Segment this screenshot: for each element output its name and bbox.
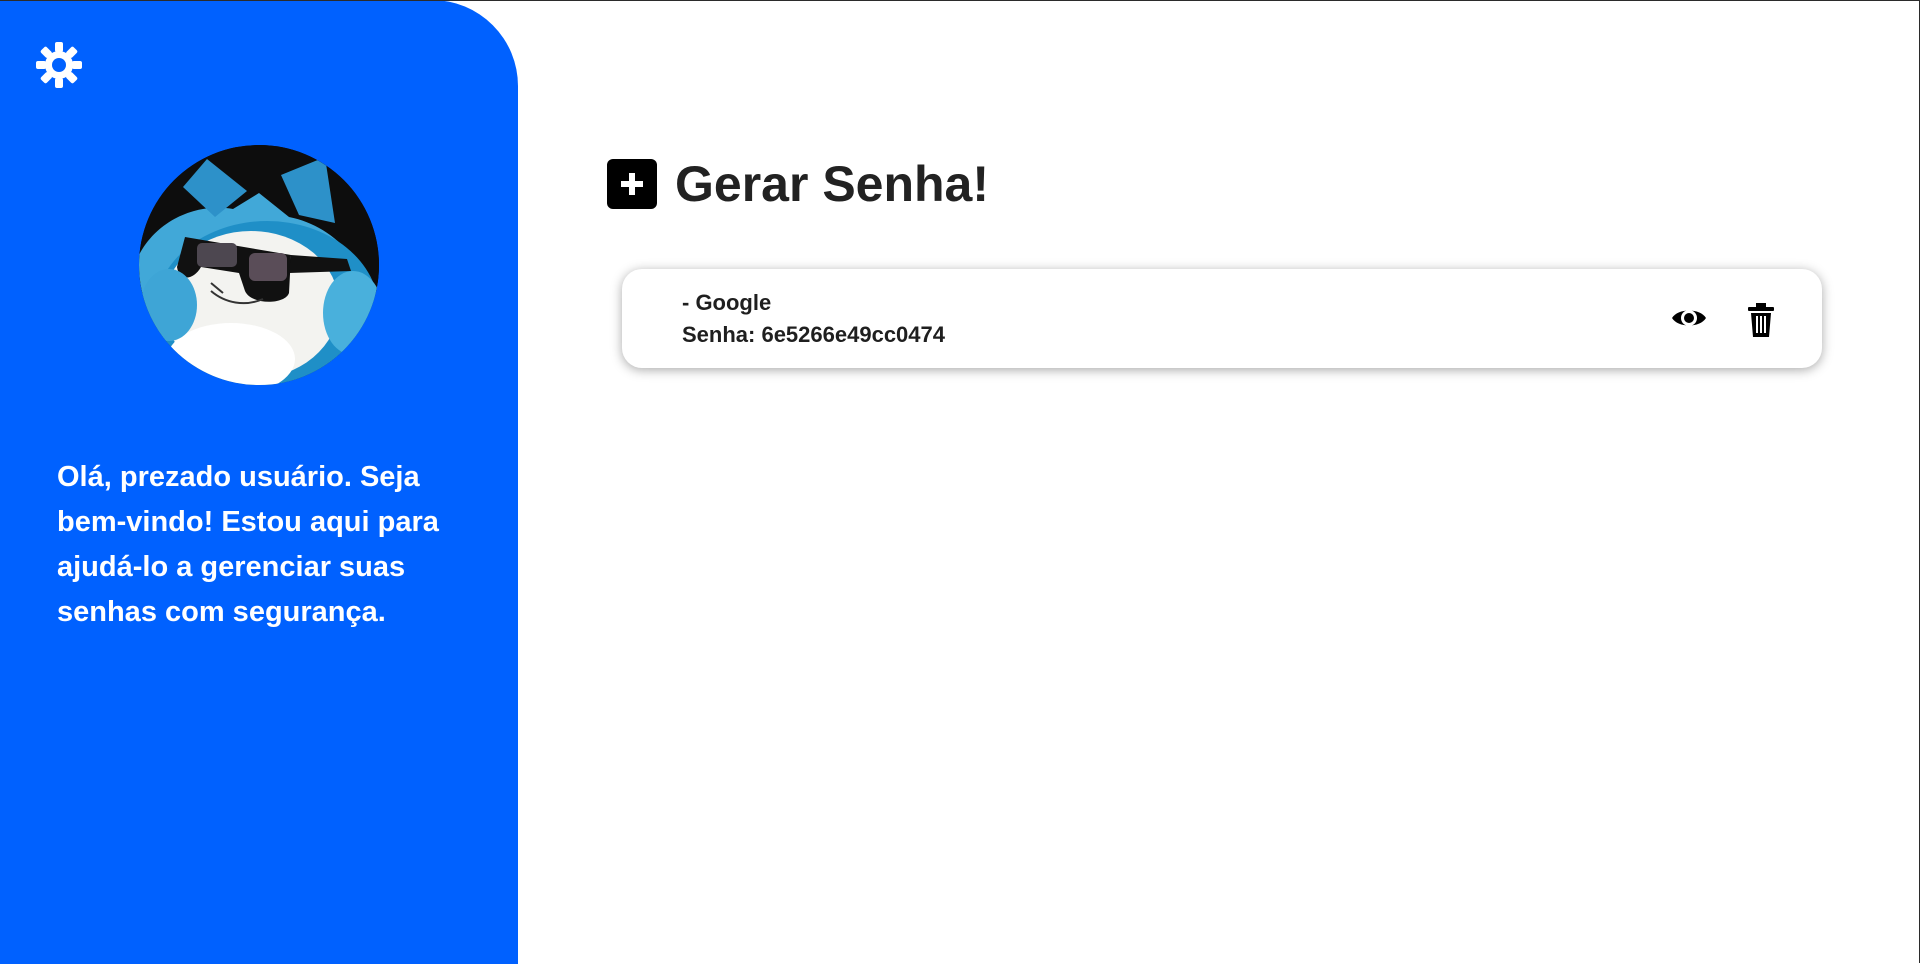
avatar [139, 145, 379, 385]
avatar-image [139, 145, 379, 385]
page-header: Gerar Senha! [607, 150, 989, 218]
view-password-button[interactable] [1669, 303, 1709, 333]
gear-icon [36, 42, 82, 88]
sidebar: Olá, prezado usuário. Seja bem-vindo! Es… [0, 0, 518, 964]
settings-button[interactable] [33, 39, 85, 91]
add-password-button[interactable] [607, 159, 657, 209]
eye-icon [1672, 310, 1706, 326]
page-title: Gerar Senha! [675, 156, 990, 212]
password-value: Senha: 6e5266e49cc0474 [682, 322, 945, 347]
delete-password-button[interactable] [1744, 302, 1778, 338]
welcome-message: Olá, prezado usuário. Seja bem-vindo! Es… [57, 461, 439, 628]
password-service-name: - Google [682, 290, 772, 315]
plus-square-icon [621, 173, 643, 195]
password-card: - Google Senha: 6e5266e49cc0474 [622, 269, 1822, 368]
trash-icon [1748, 303, 1774, 337]
password-manager-app: Olá, prezado usuário. Seja bem-vindo! Es… [0, 0, 1921, 964]
